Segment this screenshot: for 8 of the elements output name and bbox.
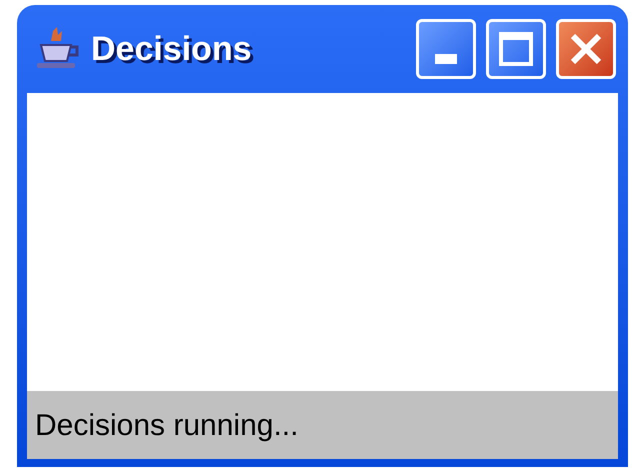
- close-button[interactable]: [556, 19, 616, 79]
- window-title: Decisions: [91, 28, 252, 70]
- close-icon: [569, 32, 603, 66]
- maximize-icon: [499, 32, 533, 66]
- status-text: Decisions running...: [35, 408, 298, 444]
- minimize-icon: [435, 54, 457, 64]
- minimize-button[interactable]: [416, 19, 476, 79]
- maximize-button[interactable]: [486, 19, 546, 79]
